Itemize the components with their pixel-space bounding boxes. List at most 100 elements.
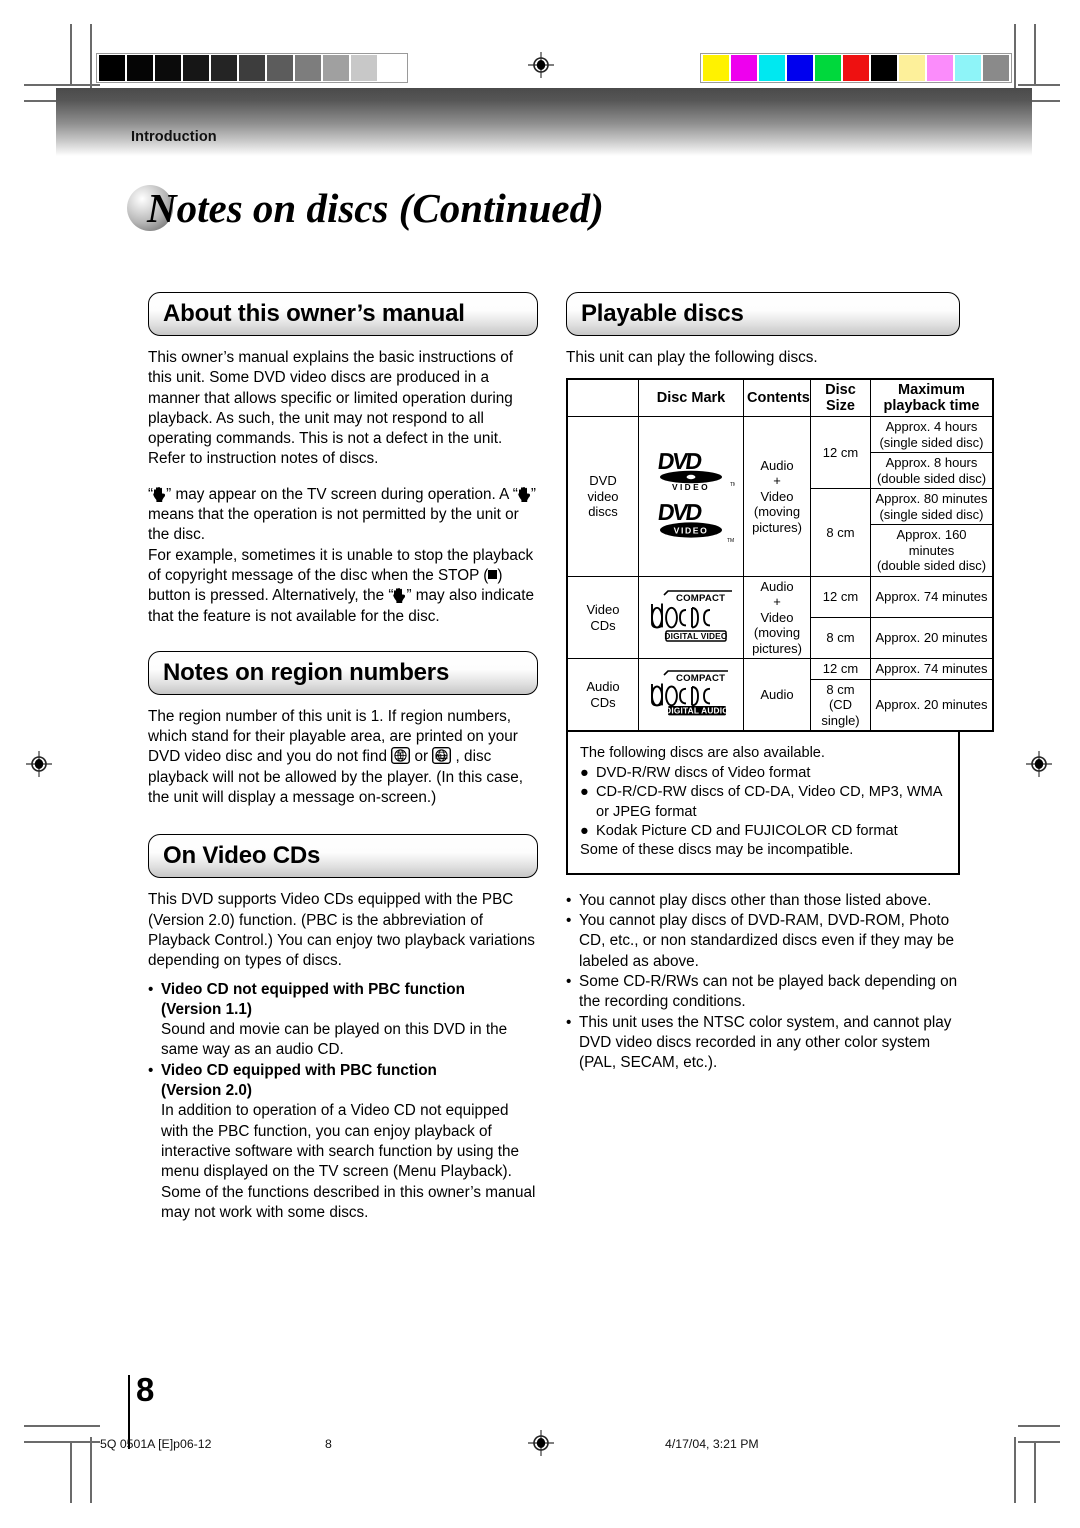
filled-bullet-icon: ● — [580, 784, 589, 801]
calibration-swatch-5 — [239, 55, 265, 81]
th-blank — [566, 378, 639, 418]
section-header-on-video-cds: On Video CDs — [148, 834, 538, 879]
crop-mark-tr-h — [1018, 84, 1060, 86]
playable-discs-intro: This unit can play the following discs. — [566, 349, 818, 366]
crop-mark-br-h2 — [1018, 1441, 1060, 1443]
also-available-intro: The following discs are also available. — [580, 745, 825, 762]
calibration-swatch-9 — [351, 55, 377, 81]
section-kicker: Introduction — [131, 129, 217, 145]
video-cd-bullet-2-body: In addition to operation of a Video CD n… — [161, 1102, 536, 1221]
crop-mark-tr-v2 — [1034, 24, 1036, 86]
calibration-swatch-0 — [703, 55, 729, 81]
calibration-swatch-10 — [983, 55, 1009, 81]
filled-bullet-icon: ● — [580, 764, 589, 781]
calibration-swatch-2 — [759, 55, 785, 81]
crop-mark-bl-v — [90, 1437, 92, 1503]
calibration-swatch-8 — [323, 55, 349, 81]
svg-text:DIGITAL VIDEO: DIGITAL VIDEO — [664, 631, 727, 641]
svg-text:DVD: DVD — [656, 448, 703, 474]
page-title: Notes on discs (Continued) — [147, 185, 604, 231]
disc-size-8cm: 8 cm — [810, 488, 871, 577]
filled-bullet-icon: ● — [580, 822, 589, 839]
also-available-item-text: DVD-R/RW discs of Video format — [596, 764, 811, 781]
calibration-swatch-3 — [787, 55, 813, 81]
registration-mark-right — [1026, 751, 1052, 777]
disc-size-12cm: 12 cm — [810, 416, 871, 490]
playback-time: Approx. 20 minutes — [870, 617, 994, 660]
contents-audio-cds: Audio — [743, 658, 811, 732]
compact-disc-digital-video-logo-icon: COMPACT DIGITAL VIDEO — [642, 589, 740, 646]
playable-discs-table: Disc Mark Contents Disc Size Maximum playb… — [566, 378, 994, 733]
section-header-about-manual: About this owner’s manual — [148, 292, 538, 336]
svg-text:TM: TM — [730, 482, 735, 488]
footer-page: 8 — [325, 1437, 332, 1451]
also-available-outro: Some of these discs may be incompatible. — [580, 842, 854, 859]
playable-discs-notes: • You cannot play discs other than those… — [566, 891, 960, 1074]
table-row: DVD video discs DVD VIDEO T DVD VIDEO TM… — [566, 416, 994, 577]
disc-mark-compact-disc-digital-audio: COMPACT DIGITAL AUDIO — [638, 658, 744, 732]
note-item-text: Some CD-R/RWs can not be played back dep… — [579, 972, 958, 1011]
video-cd-bullet-2-version: (Version 2.0) — [161, 1082, 252, 1100]
note-item: • You cannot play discs of DVD-RAM, DVD-… — [566, 911, 960, 972]
calibration-swatch-6 — [267, 55, 293, 81]
contents-dvd-video: Audio + Video (moving pictures) — [743, 416, 811, 577]
calibration-swatch-9 — [955, 55, 981, 81]
crop-mark-bl-h2 — [24, 1441, 100, 1443]
disc-mark-compact-disc-digital-video: COMPACT DIGITAL VIDEO — [638, 575, 744, 660]
about-manual-paragraph-1: This owner’s manual explains the basic i… — [148, 349, 514, 468]
also-available-item: ● Kodak Picture CD and FUJICOLOR CD form… — [580, 822, 948, 841]
calibration-swatch-8 — [927, 55, 953, 81]
document-page: Introduction Notes on discs (Continued) … — [0, 0, 1080, 1528]
crop-mark-bl-h — [24, 1425, 100, 1427]
table-row: Audio CDs COMPACT DIGITAL AUDIO Audio 12… — [566, 658, 994, 732]
dvd-video-logo-alt-icon: DVD VIDEO TM — [642, 499, 740, 547]
dvd-video-logo-icon: DVD VIDEO TM — [642, 447, 740, 497]
th-disc-mark: Disc Mark — [638, 378, 744, 418]
section-header-on-video-cds-label: On Video CDs — [163, 842, 321, 870]
section-header-about-manual-label: About this owner’s manual — [163, 300, 465, 327]
bullet-dot-icon: • — [148, 1061, 154, 1079]
about-manual-paragraph-2: “” may appear on the TV screen during op… — [148, 485, 536, 544]
th-max-playback-time: Maximum playback time — [870, 378, 994, 418]
video-cd-bullet-1-version: (Version 1.1) — [161, 1000, 252, 1018]
svg-text:TM: TM — [727, 538, 734, 543]
calibration-swatch-4 — [211, 55, 237, 81]
th-contents: Contents — [743, 378, 811, 418]
row-label-dvd-video-discs: DVD video discs — [566, 416, 639, 577]
disc-mark-dvd-video: DVD VIDEO TM DVD — [638, 416, 744, 577]
video-cd-bullet-2-title: Video CD equipped with PBC function — [161, 1061, 437, 1079]
playback-time: Approx. 74 minutes — [870, 658, 994, 680]
playback-time: Approx. 160 minutes (double sided disc) — [870, 524, 994, 577]
calibration-swatch-6 — [871, 55, 897, 81]
video-cd-bullet-1: • Video CD not equipped with PBC functio… — [148, 980, 538, 1061]
calibration-swatch-1 — [731, 55, 757, 81]
note-item-text: This unit uses the NTSC color system, an… — [579, 1013, 952, 1072]
disc-size-12cm: 12 cm — [810, 575, 871, 619]
playback-time: Approx. 80 minutes (single sided disc) — [870, 488, 994, 526]
crop-mark-tr-v — [1014, 24, 1016, 94]
left-column: About this owner’s manual This owner’s m… — [148, 292, 538, 1223]
video-cd-bullet-1-title: Video CD not equipped with PBC function — [161, 980, 465, 998]
compact-disc-digital-audio-logo-icon: COMPACT DIGITAL AUDIO — [642, 670, 740, 720]
table-row: Video CDs COMPACT DIGITAL VIDEO Audio + … — [566, 575, 994, 660]
page-number: 8 — [136, 1371, 155, 1408]
disc-size-8cm: 8 cm — [810, 617, 871, 660]
crop-mark-bl-v2 — [70, 1443, 72, 1503]
row-label-video-cds: Video CDs — [566, 575, 639, 660]
crop-mark-br-v2 — [1034, 1443, 1036, 1503]
color-calibration-bar — [700, 53, 1012, 83]
svg-text:1: 1 — [398, 752, 403, 761]
crop-mark-tl-h — [24, 84, 100, 86]
playback-time: Approx. 4 hours (single sided disc) — [870, 416, 994, 454]
note-item: • Some CD-R/RWs can not be played back d… — [566, 972, 960, 1013]
svg-text:COMPACT: COMPACT — [676, 593, 725, 604]
svg-text:COMPACT: COMPACT — [676, 673, 725, 684]
bullet-dot-icon: • — [566, 891, 572, 909]
note-item-text: You cannot play discs other than those l… — [579, 891, 932, 909]
disc-size-8cm-single: 8 cm (CD single) — [810, 678, 871, 732]
note-item-text: You cannot play discs of DVD-RAM, DVD-RO… — [579, 912, 954, 970]
crop-mark-br-v — [1014, 1437, 1016, 1503]
contents-video-cds: Audio + Video (moving pictures) — [743, 575, 811, 660]
also-available-item-text: CD-R/CD-RW discs of CD-DA, Video CD, MP3… — [596, 784, 942, 820]
playback-time: Approx. 8 hours (double sided disc) — [870, 452, 994, 490]
